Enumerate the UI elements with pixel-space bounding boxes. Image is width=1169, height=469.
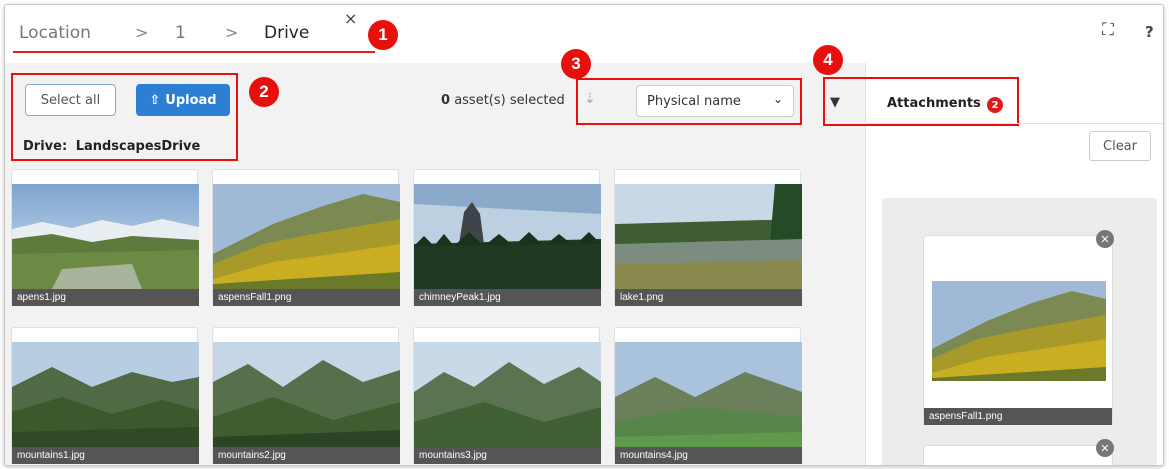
drive-name: LandscapesDrive [75,139,201,154]
selected-suffix: asset(s) selected [454,93,565,108]
callout-1: 1 [368,20,398,50]
asset-name: apens1.jpg [12,289,199,306]
tab-attachments[interactable]: Attachments [887,96,981,111]
upload-button[interactable]: ⇧ Upload [136,84,230,116]
asset-thumbnail [414,184,601,289]
breadcrumb-separator: > [135,23,149,42]
asset-tile[interactable]: mountains2.jpg [212,327,400,464]
asset-tile[interactable]: aspensFall1.png [212,169,400,306]
asset-tile[interactable]: mountains3.jpg [413,327,601,464]
asset-picker-dialog: Location > 1 > Drive × 1 ⛶ ? 2 Select al… [4,4,1164,466]
asset-thumbnail [213,342,400,447]
sort-direction-icon[interactable]: ⇣ [584,91,596,107]
breadcrumb-separator: > [225,23,239,42]
tab-divider [867,123,1163,124]
asset-thumbnail [12,342,199,447]
attachment-thumbnail [932,281,1106,381]
asset-name: mountains3.jpg [414,447,601,464]
chevron-down-icon: ⌄ [772,92,783,106]
asset-tile[interactable]: mountains1.jpg [11,327,199,464]
attachment-name: aspensFall1.png [924,408,1112,425]
asset-thumbnail [615,184,802,289]
clear-button[interactable]: Clear [1089,131,1151,161]
asset-name: mountains1.jpg [12,447,199,464]
remove-attachment-icon[interactable]: ✕ [1096,439,1114,457]
asset-tile[interactable]: mountains4.jpg [614,327,802,464]
breadcrumb-level[interactable]: 1 [175,23,186,43]
asset-tile[interactable]: apens1.jpg [11,169,199,306]
upload-icon: ⇧ [149,92,161,108]
callout-underline [13,51,375,53]
remove-attachment-icon[interactable]: ✕ [1096,230,1114,248]
upload-label: Upload [165,92,217,108]
close-icon[interactable]: × [344,9,357,28]
asset-thumbnail [615,342,802,447]
asset-thumbnail [12,184,199,289]
asset-name: mountains4.jpg [615,447,802,464]
asset-tile[interactable]: lake1.png [614,169,802,306]
asset-name: lake1.png [615,289,802,306]
drive-label: Drive: [23,139,68,154]
attachments-count-badge: 2 [987,97,1003,113]
sort-value: Physical name [647,93,741,109]
asset-name: aspensFall1.png [213,289,400,306]
asset-thumbnail [414,342,601,447]
callout-4: 4 [813,45,843,75]
asset-tile[interactable]: chimneyPeak1.jpg [413,169,601,306]
select-all-button[interactable]: Select all [25,84,116,116]
callout-2: 2 [249,77,279,107]
breadcrumb-location[interactable]: Location [19,23,91,43]
asset-thumbnail [213,184,400,289]
attachment-card[interactable] [923,445,1113,465]
breadcrumb-current: Drive [264,23,310,43]
attachment-card[interactable]: aspensFall1.png [923,235,1113,425]
help-icon[interactable]: ? [1145,23,1154,41]
sort-select[interactable]: Physical name ⌄ [636,85,794,117]
asset-name: mountains2.jpg [213,447,400,464]
callout-3: 3 [561,49,591,79]
selected-count: 0 [441,93,451,108]
asset-name: chimneyPeak1.jpg [414,289,601,306]
drive-info: Drive: LandscapesDrive [23,139,200,154]
fullscreen-icon[interactable]: ⛶ [1102,20,1114,40]
selection-status: 0 asset(s) selected [441,93,565,108]
